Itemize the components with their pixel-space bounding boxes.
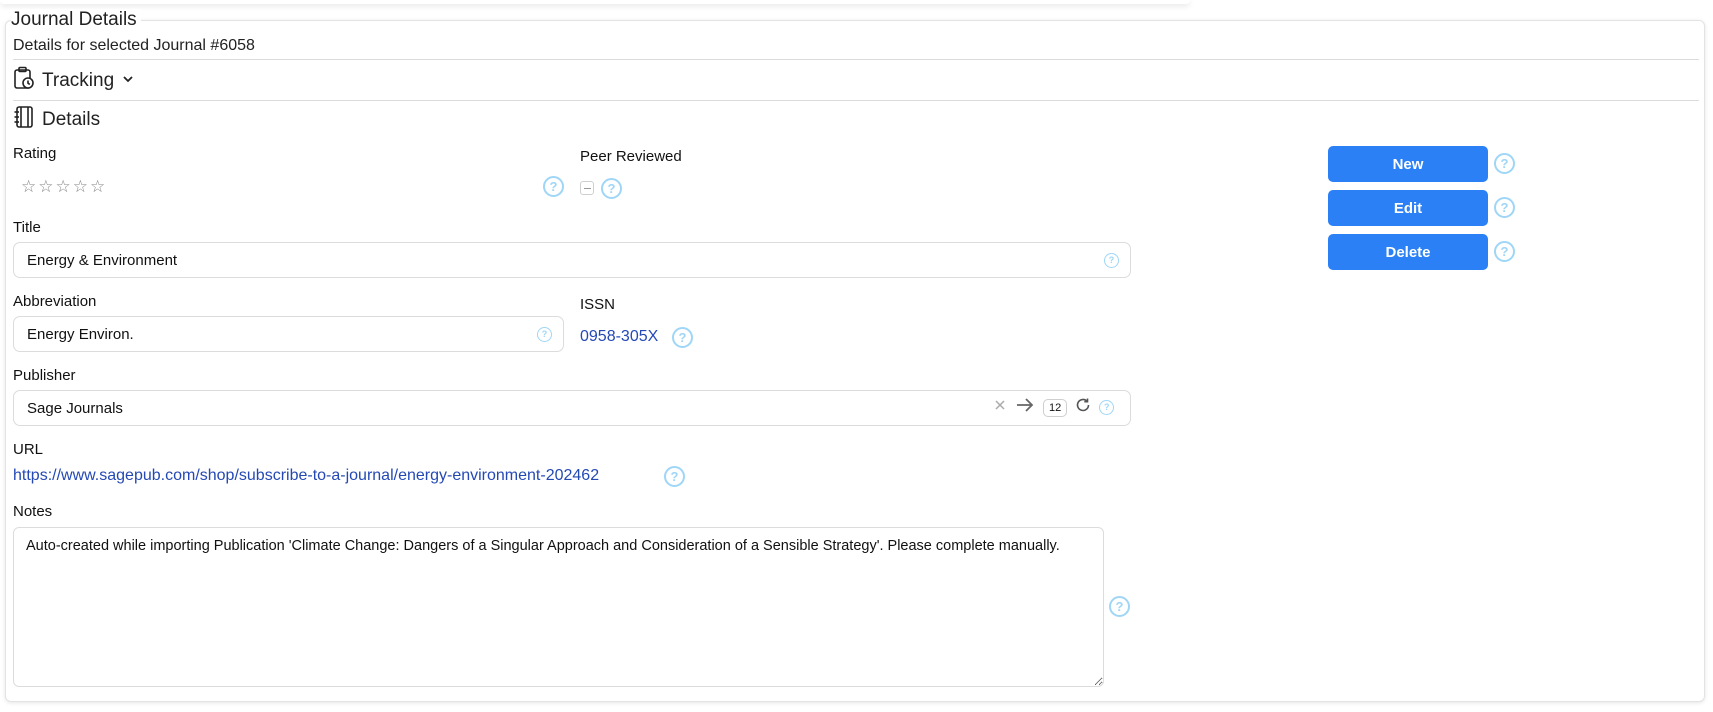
- url-label: URL: [13, 441, 44, 458]
- star-rating[interactable]: ☆ ☆ ☆ ☆ ☆: [21, 177, 105, 197]
- refresh-icon[interactable]: [1075, 397, 1091, 418]
- notes-label: Notes: [13, 503, 53, 520]
- url-link[interactable]: https://www.sagepub.com/shop/subscribe-t…: [13, 467, 599, 485]
- divider: [13, 59, 1699, 60]
- help-icon[interactable]: ?: [1494, 153, 1515, 174]
- edit-button[interactable]: Edit: [1328, 190, 1488, 226]
- abbreviation-label: Abbreviation: [13, 293, 97, 310]
- help-icon[interactable]: ?: [1109, 596, 1130, 617]
- chevron-down-icon[interactable]: [121, 70, 135, 92]
- notes-textarea[interactable]: Auto-created while importing Publication…: [13, 527, 1104, 687]
- issn-label: ISSN: [580, 296, 616, 313]
- star-icon[interactable]: ☆: [38, 177, 53, 197]
- tracking-section-header[interactable]: Tracking: [13, 66, 135, 96]
- panel-legend: Journal Details: [11, 9, 141, 31]
- help-icon[interactable]: ?: [1099, 400, 1115, 415]
- notebook-icon: [13, 105, 35, 135]
- title-input[interactable]: Energy & Environment ?: [13, 242, 1131, 278]
- star-icon[interactable]: ☆: [56, 177, 71, 197]
- help-icon[interactable]: ?: [1104, 253, 1119, 268]
- star-icon[interactable]: ☆: [73, 177, 88, 197]
- publisher-value: Sage Journals: [27, 399, 123, 417]
- tracking-label: Tracking: [42, 70, 115, 91]
- divider: [13, 100, 1699, 101]
- abbreviation-input[interactable]: Energy Environ. ?: [13, 316, 564, 352]
- help-icon[interactable]: ?: [1494, 197, 1515, 218]
- new-button[interactable]: New: [1328, 146, 1488, 182]
- publisher-tools: 12 ?: [993, 397, 1115, 418]
- peer-reviewed-checkbox[interactable]: [580, 181, 594, 195]
- help-icon[interactable]: ?: [664, 466, 685, 487]
- help-icon[interactable]: ?: [543, 176, 564, 197]
- abbreviation-value: Energy Environ.: [27, 325, 134, 343]
- title-value: Energy & Environment: [27, 251, 178, 269]
- star-icon[interactable]: ☆: [21, 177, 36, 197]
- star-icon[interactable]: ☆: [90, 177, 105, 197]
- clear-icon[interactable]: [993, 398, 1007, 417]
- delete-button[interactable]: Delete: [1328, 234, 1488, 270]
- clipboard-clock-icon: [13, 66, 35, 96]
- details-section-header: Details: [13, 105, 100, 135]
- top-shadow: [0, 0, 1190, 4]
- rating-label: Rating: [13, 145, 57, 162]
- panel-subtitle: Details for selected Journal #6058: [13, 37, 255, 54]
- help-icon[interactable]: ?: [672, 327, 693, 348]
- help-icon[interactable]: ?: [1494, 241, 1515, 262]
- issn-link[interactable]: 0958-305X: [580, 328, 658, 346]
- peer-reviewed-label: Peer Reviewed: [580, 148, 682, 165]
- help-icon[interactable]: ?: [601, 178, 622, 199]
- arrow-right-icon[interactable]: [1015, 397, 1035, 418]
- publisher-select[interactable]: Sage Journals: [13, 390, 1131, 426]
- publication-count-badge: 12: [1043, 398, 1068, 417]
- publisher-label: Publisher: [13, 367, 76, 384]
- title-label: Title: [13, 219, 41, 236]
- details-label: Details: [42, 109, 101, 130]
- help-icon[interactable]: ?: [537, 327, 552, 342]
